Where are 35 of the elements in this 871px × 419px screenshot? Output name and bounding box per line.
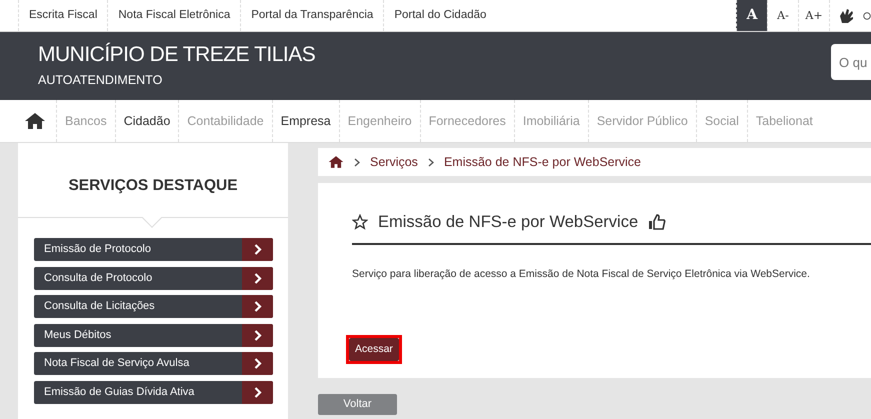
access-button[interactable]: Acessar bbox=[349, 338, 399, 362]
font-size-button[interactable]: A+ bbox=[798, 0, 829, 31]
service-title: Emissão de NFS-e por WebService bbox=[378, 212, 638, 233]
star-icon[interactable] bbox=[352, 214, 368, 230]
home-icon[interactable] bbox=[328, 155, 344, 169]
sidebar-item[interactable]: Emissão de Protocolo bbox=[34, 238, 273, 261]
breadcrumb-link[interactable]: Emissão de NFS-e por WebService bbox=[444, 152, 642, 172]
font-size-button[interactable]: A- bbox=[767, 0, 798, 31]
top-link[interactable]: Nota Fiscal Eletrônica bbox=[107, 0, 240, 31]
chevron-icon bbox=[242, 352, 273, 375]
back-button[interactable]: Voltar bbox=[318, 394, 397, 415]
nav-link[interactable]: Empresa bbox=[272, 100, 339, 142]
sidebar-item[interactable]: Emissão de Guias Dívida Ativa bbox=[34, 380, 273, 404]
chevron-icon bbox=[354, 158, 360, 166]
chevron-icon bbox=[242, 238, 273, 261]
breadcrumb-link[interactable]: Serviços bbox=[370, 152, 418, 172]
chevron-icon bbox=[242, 295, 273, 318]
top-link[interactable]: Portal do Cidadão bbox=[383, 0, 496, 31]
thumbs-up-icon[interactable] bbox=[648, 213, 666, 232]
sidebar-item[interactable]: Consulta de Licitações bbox=[34, 295, 273, 318]
search-field[interactable]: O qu bbox=[831, 44, 871, 80]
sidebar-item[interactable]: Meus Débitos bbox=[34, 324, 273, 346]
sidebar-item[interactable]: Nota Fiscal de Serviço Avulsa bbox=[34, 352, 273, 375]
sidebar-item[interactable]: Consulta de Protocolo bbox=[34, 266, 273, 290]
site-title: MUNICÍPIO DE TREZE TILIAS bbox=[38, 42, 316, 68]
nav-link[interactable]: Cidadão bbox=[114, 100, 178, 142]
service-description: Serviço para liberação de acesso a Emissão de Nota Fiscal de Serviço Eletrônica via WebService. bbox=[352, 266, 811, 282]
top-link[interactable]: Escrita Fiscal bbox=[18, 0, 108, 31]
chevron-icon bbox=[242, 324, 273, 346]
site-subtitle: AUTOATENDIMENTO bbox=[38, 72, 164, 90]
chevron-icon bbox=[242, 266, 273, 290]
chevron-icon bbox=[242, 380, 273, 404]
chevron-icon bbox=[428, 158, 434, 166]
top-link[interactable]: Portal da Transparência bbox=[240, 0, 384, 31]
font-size-button[interactable]: A bbox=[736, 0, 767, 31]
